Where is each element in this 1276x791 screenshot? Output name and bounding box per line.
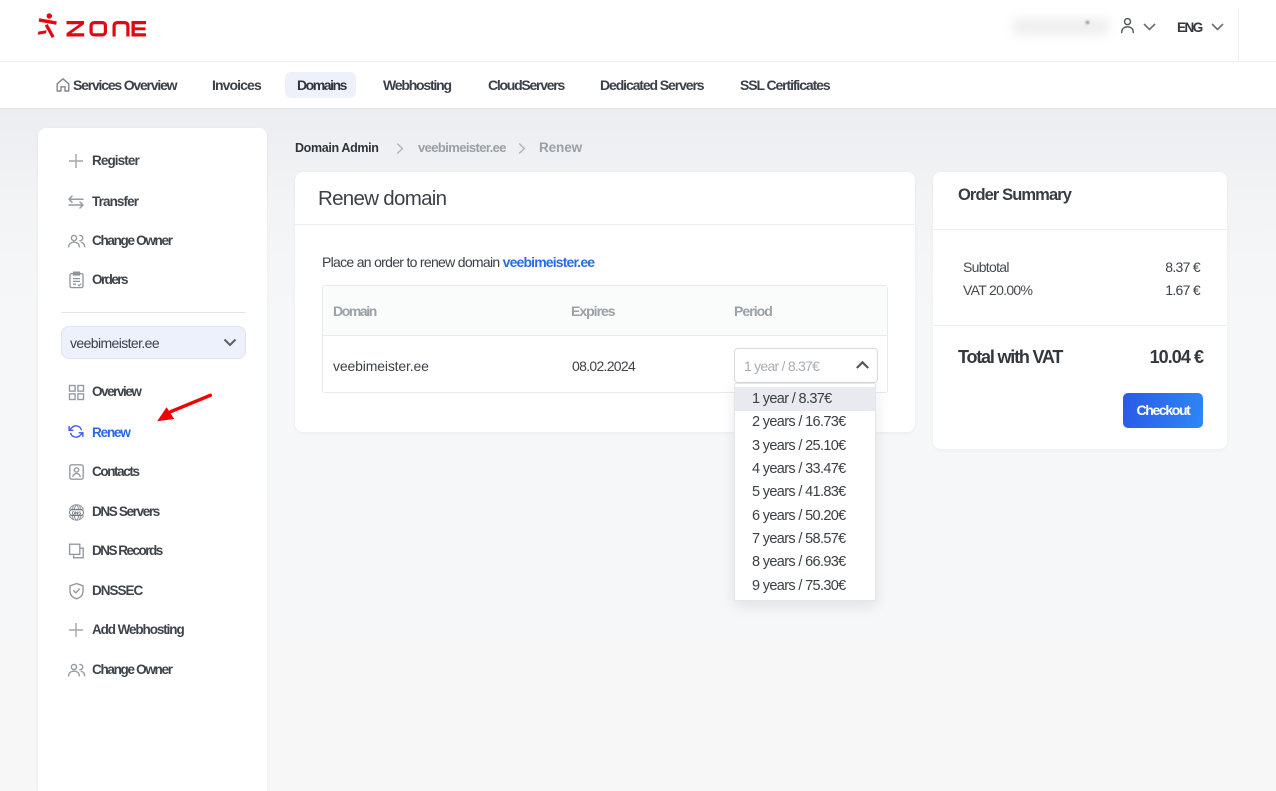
svg-text:DNS: DNS	[72, 510, 81, 515]
